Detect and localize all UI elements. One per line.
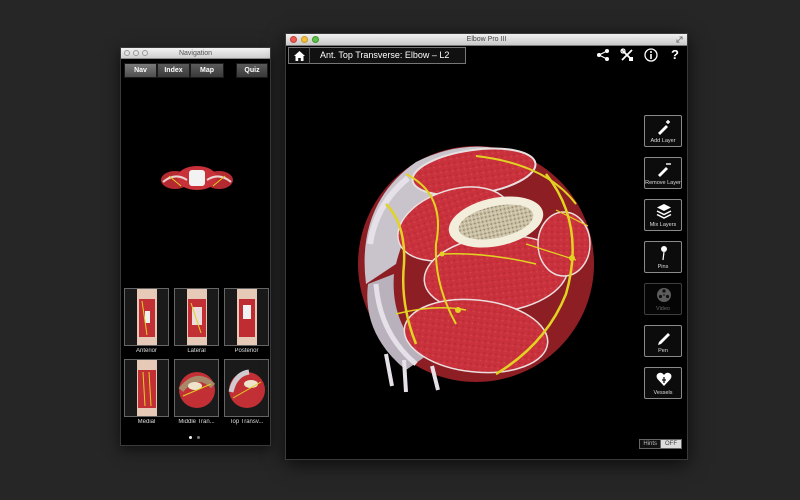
share-icon[interactable]	[596, 48, 610, 62]
navigation-window: Navigation Nav Index Map Quiz Anterior L…	[120, 47, 271, 446]
home-icon	[293, 50, 305, 61]
breadcrumb: Ant. Top Transverse: Elbow – L2	[288, 47, 467, 64]
vessels-button[interactable]: Vessels	[644, 367, 682, 399]
pins-button[interactable]: Pins	[644, 241, 682, 273]
page-dot[interactable]	[189, 436, 192, 439]
view-thumb-label: Medial	[137, 419, 156, 425]
view-thumb-posterior[interactable]: Posterior	[224, 288, 269, 358]
navigation-title: Navigation	[178, 50, 213, 57]
main-window: Elbow Pro III Ant. Top Transverse: Elbow…	[285, 33, 688, 460]
pin-icon	[661, 246, 667, 261]
remove-layer-button[interactable]: Remove Layer	[644, 157, 682, 189]
mix-layers-label: Mix Layers	[649, 222, 677, 228]
view-thumb-label: Middle Tran...	[178, 419, 215, 425]
video-label: Video	[656, 306, 670, 312]
view-thumb-top-transverse[interactable]: Top Transv...	[224, 359, 269, 429]
view-thumb-label: Posterior	[234, 348, 259, 354]
remove-layer-icon	[658, 163, 671, 177]
info-icon[interactable]	[644, 48, 658, 62]
main-titlebar[interactable]: Elbow Pro III	[286, 34, 687, 46]
top-toolbar: ?	[596, 48, 682, 62]
view-thumb-anterior[interactable]: Anterior	[124, 288, 169, 358]
tab-nav[interactable]: Nav	[124, 63, 157, 78]
add-layer-icon	[658, 120, 670, 135]
view-thumb-label: Anterior	[135, 348, 157, 354]
anatomy-3d-viewer[interactable]	[346, 134, 606, 399]
page-indicator[interactable]	[189, 436, 200, 439]
hints-label: Hints	[639, 439, 661, 449]
window-title: Elbow Pro III	[466, 36, 507, 43]
layers-icon	[656, 204, 672, 219]
tab-quiz[interactable]: Quiz	[236, 63, 268, 78]
hints-state[interactable]: OFF	[661, 439, 682, 449]
pen-button[interactable]: Pen	[644, 325, 682, 357]
home-button[interactable]	[288, 47, 309, 64]
video-button[interactable]: Video	[644, 283, 682, 315]
breadcrumb-label[interactable]: Ant. Top Transverse: Elbow – L2	[309, 47, 467, 64]
view-thumb-medial[interactable]: Medial	[124, 359, 169, 429]
vessels-label: Vessels	[653, 390, 673, 396]
pen-label: Pen	[658, 348, 668, 354]
navigation-titlebar[interactable]: Navigation	[121, 48, 270, 59]
view-thumb-label: Top Transv...	[229, 419, 264, 425]
add-layer-button[interactable]: Add Layer	[644, 115, 682, 147]
pen-icon	[658, 333, 670, 345]
fullscreen-icon[interactable]	[676, 36, 683, 43]
tab-index[interactable]: Index	[157, 63, 190, 78]
pins-label: Pins	[657, 264, 669, 270]
navigation-preview-image[interactable]	[159, 158, 235, 203]
view-thumb-middle-transverse[interactable]: Middle Tran...	[174, 359, 219, 429]
add-layer-label: Add Layer	[650, 138, 676, 144]
navigation-tabs: Nav Index Map Quiz	[124, 63, 268, 78]
view-thumb-lateral[interactable]: Lateral	[174, 288, 219, 358]
view-thumb-label: Lateral	[187, 348, 206, 354]
hints-toggle[interactable]: Hints OFF	[639, 439, 682, 449]
heart-icon	[656, 372, 672, 386]
page-dot[interactable]	[197, 436, 200, 439]
mix-layers-button[interactable]: Mix Layers	[644, 199, 682, 231]
tools-icon[interactable]	[620, 48, 634, 62]
remove-layer-label: Remove Layer	[645, 180, 681, 186]
help-icon[interactable]: ?	[668, 48, 682, 62]
tab-map[interactable]: Map	[190, 63, 224, 78]
film-reel-icon	[657, 288, 671, 302]
